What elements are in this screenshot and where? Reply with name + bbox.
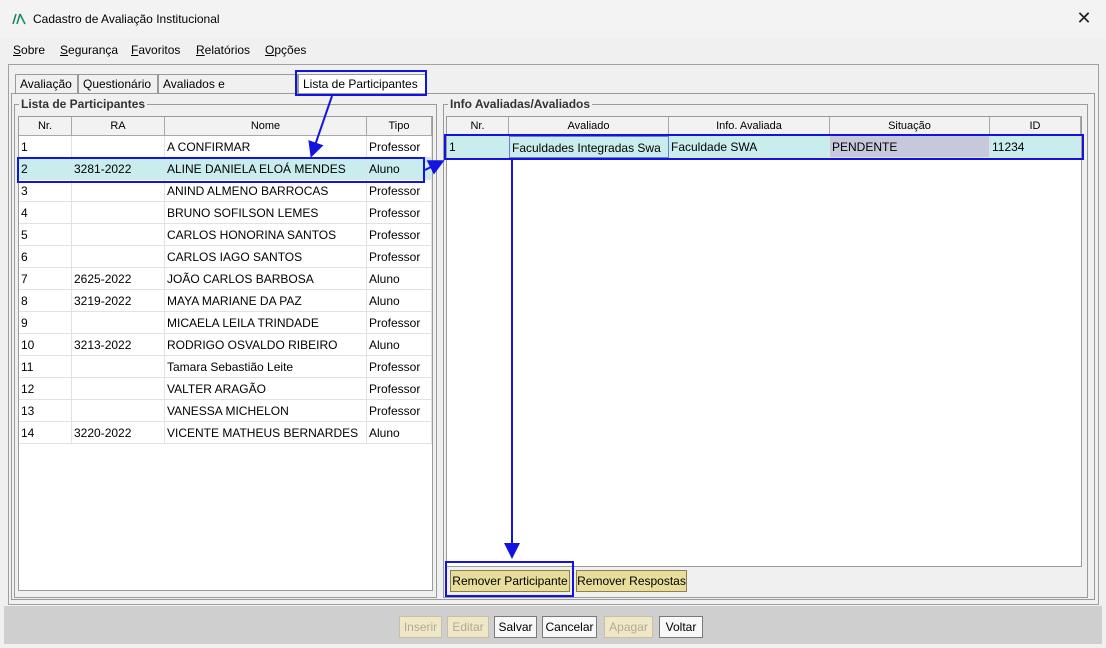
- footer-button-label: Inserir: [403, 620, 438, 634]
- delete-button[interactable]: Apagar: [604, 616, 653, 638]
- cancel-button[interactable]: Cancelar: [542, 616, 597, 638]
- save-button[interactable]: Salvar: [494, 616, 537, 638]
- back-button[interactable]: Voltar: [659, 616, 703, 638]
- arrow-row-to-info: [424, 160, 445, 175]
- footer-button-label: Cancelar: [545, 620, 594, 634]
- footer-button-label: Apagar: [609, 620, 648, 634]
- edit-button[interactable]: Editar: [447, 616, 489, 638]
- arrow-tab-to-row: [308, 95, 333, 158]
- footer-button-label: Voltar: [665, 620, 697, 634]
- annotation-arrows: [308, 95, 520, 559]
- insert-button[interactable]: Inserir: [399, 616, 442, 638]
- footer-button-label: Editar: [452, 620, 484, 634]
- footer-button-label: Salvar: [498, 620, 533, 634]
